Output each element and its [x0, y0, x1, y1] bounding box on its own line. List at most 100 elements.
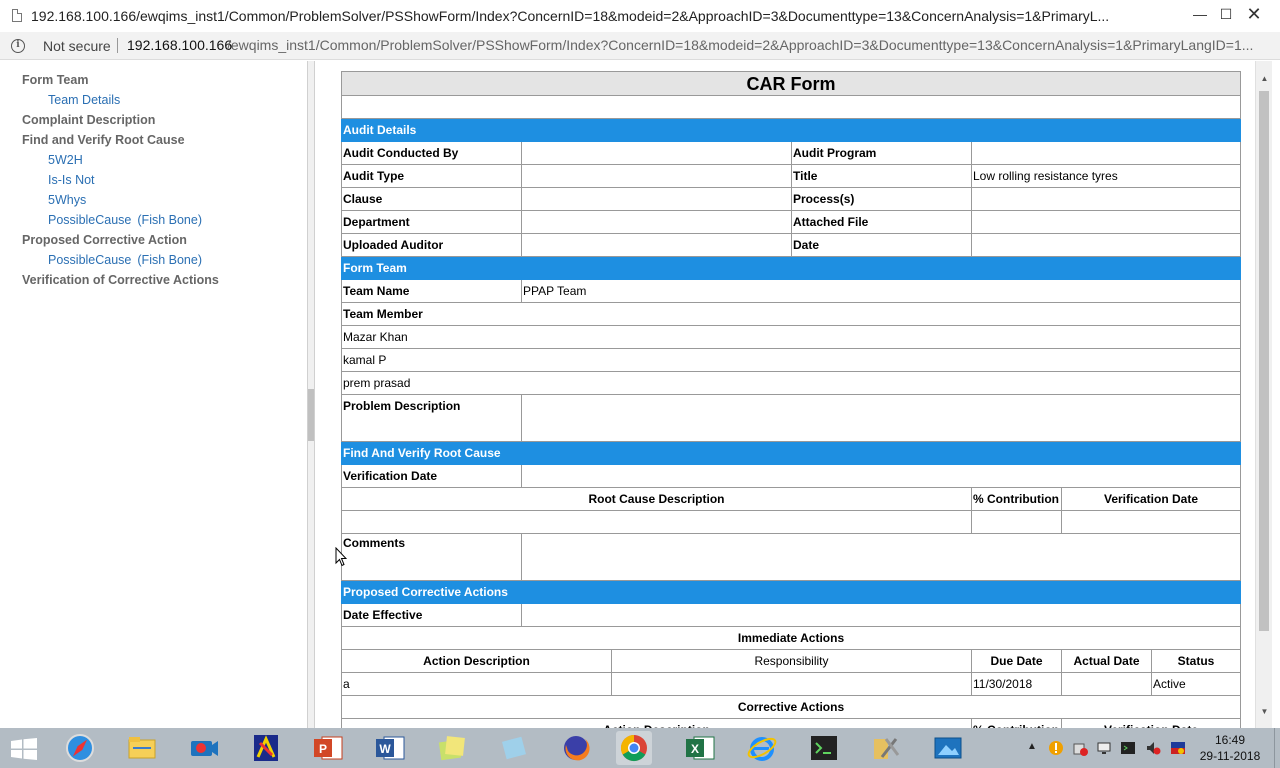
windows-start-icon[interactable]	[11, 738, 37, 760]
media-player-icon[interactable]	[248, 731, 284, 765]
url-host[interactable]: 192.168.100.166	[127, 37, 232, 53]
internet-explorer-icon[interactable]	[744, 731, 780, 765]
nav-verification-corrective-actions[interactable]: Verification of Corrective Actions	[22, 273, 219, 287]
terminal-app-icon[interactable]	[806, 731, 842, 765]
corrective-verification-date-header: Verification Date	[1061, 719, 1240, 728]
app-tray-icon[interactable]	[1120, 740, 1136, 756]
processes-value	[971, 188, 1240, 210]
word-icon[interactable]: W	[372, 731, 408, 765]
safari-icon[interactable]	[62, 731, 98, 765]
security-label[interactable]: Not secure	[43, 38, 111, 54]
department-value	[521, 211, 791, 233]
section-root-cause: Find And Verify Root Cause	[341, 442, 1241, 465]
table-row: Date Effective	[341, 604, 1241, 627]
nav-complaint-description[interactable]: Complaint Description	[22, 113, 155, 127]
nav-fish-bone-2[interactable]: (Fish Bone)	[137, 253, 202, 267]
table-row: Team Name PPAP Team	[341, 280, 1241, 303]
nav-proposed-corrective-action[interactable]: Proposed Corrective Action	[22, 233, 187, 247]
team-name-label: Team Name	[343, 284, 410, 298]
table-row: prem prasad	[341, 372, 1241, 395]
address-bar[interactable]: i Not secure 192.168.100.166 /ewqims_ins…	[0, 32, 1280, 60]
maximize-button[interactable]: ☐	[1216, 4, 1236, 24]
problem-description-value	[521, 395, 1240, 441]
table-row: Action Description Responsibility Due Da…	[341, 650, 1241, 673]
volume-muted-icon[interactable]	[1145, 740, 1161, 756]
snipping-tool-icon[interactable]	[496, 731, 532, 765]
actual-date-cell	[1061, 673, 1151, 695]
chrome-icon[interactable]	[616, 731, 652, 765]
corrective-contribution-header: % Contribution	[971, 719, 1061, 728]
section-proposed-corrective-actions: Proposed Corrective Actions	[341, 581, 1241, 604]
section-form-team: Form Team	[341, 257, 1241, 280]
warning-tray-icon[interactable]	[1048, 740, 1064, 756]
show-hidden-icons-icon[interactable]: ▲	[1027, 741, 1037, 752]
due-date-cell: 11/30/2018	[971, 673, 1061, 695]
verification-date-value	[521, 465, 1240, 487]
audit-program-label: Audit Program	[791, 142, 971, 164]
show-desktop-button[interactable]	[1274, 728, 1280, 768]
splitter-grip[interactable]	[308, 389, 314, 441]
page-icon	[12, 9, 22, 22]
svg-text:P: P	[319, 742, 327, 756]
nav-5whys[interactable]: 5Whys	[48, 193, 86, 207]
table-row: Audit Type Title Low rolling resistance …	[341, 165, 1241, 188]
vertical-scrollbar[interactable]: ▲ ▼	[1255, 61, 1272, 728]
close-button[interactable]: ✕	[1244, 4, 1264, 24]
clock-time: 16:49	[1214, 733, 1246, 747]
security-tray-icon[interactable]	[1072, 740, 1088, 756]
nav-is-is-not[interactable]: Is-Is Not	[48, 173, 95, 187]
taskbar-clock[interactable]: 16:49 29-11-2018	[1198, 732, 1262, 764]
sticky-notes-icon[interactable]	[434, 731, 470, 765]
table-row: Action Description % Contribution Verifi…	[341, 719, 1241, 728]
table-row: Clause Process(s)	[341, 188, 1241, 211]
department-label: Department	[343, 215, 410, 229]
url-path[interactable]: /ewqims_inst1/Common/ProblemSolver/PSSho…	[227, 37, 1267, 53]
table-row: Team Member	[341, 303, 1241, 326]
verification-date-cell	[1061, 511, 1240, 533]
powerpoint-icon[interactable]: P	[310, 731, 346, 765]
uploaded-auditor-value	[521, 234, 791, 256]
section-audit-details: Audit Details	[341, 119, 1241, 142]
nav-team-details[interactable]: Team Details	[48, 93, 120, 107]
scroll-thumb[interactable]	[1259, 91, 1269, 631]
comments-value	[521, 534, 1240, 580]
table-row: Immediate Actions	[341, 627, 1241, 650]
file-explorer-icon[interactable]	[124, 731, 160, 765]
firefox-icon[interactable]	[558, 731, 594, 765]
table-row: Department Attached File	[341, 211, 1241, 234]
camera-app-icon[interactable]	[186, 731, 222, 765]
title-value: Low rolling resistance tyres	[971, 165, 1240, 187]
pane-splitter[interactable]	[307, 61, 315, 728]
audit-program-value	[971, 142, 1240, 164]
nav-fish-bone-1[interactable]: (Fish Bone)	[137, 213, 202, 227]
network-tray-icon[interactable]	[1096, 740, 1112, 756]
form-pane: CAR Form Audit Details Audit Conducted B…	[315, 61, 1255, 728]
tools-icon[interactable]	[868, 731, 904, 765]
table-row: Audit Conducted By Audit Program	[341, 142, 1241, 165]
team-member: Mazar Khan	[343, 330, 408, 344]
minimize-button[interactable]: —	[1190, 4, 1210, 24]
scroll-up-arrow-icon[interactable]: ▲	[1256, 71, 1273, 87]
attached-file-value[interactable]	[971, 211, 1240, 233]
nav-5w2h[interactable]: 5W2H	[48, 153, 83, 167]
action-description-cell: a	[343, 677, 350, 691]
nav-possible-cause-1[interactable]: PossibleCause (Fish Bone)	[48, 213, 202, 227]
table-row: a 11/30/2018 Active	[341, 673, 1241, 696]
nav-possible-cause-2-label[interactable]: PossibleCause	[48, 253, 131, 267]
audit-conducted-by-label: Audit Conducted By	[343, 146, 459, 160]
excel-icon[interactable]: X	[682, 731, 718, 765]
root-cause-description-header: Root Cause Description	[588, 492, 725, 506]
nav-find-verify-root-cause[interactable]: Find and Verify Root Cause	[22, 133, 185, 147]
photos-icon[interactable]	[930, 731, 966, 765]
address-separator	[117, 38, 118, 53]
title-label: Title	[791, 165, 971, 187]
responsibility-cell	[611, 673, 971, 695]
nav-possible-cause-1-label[interactable]: PossibleCause	[48, 213, 131, 227]
team-member: prem prasad	[343, 376, 411, 390]
nav-form-team[interactable]: Form Team	[22, 73, 88, 87]
info-icon[interactable]: i	[11, 39, 25, 53]
language-flag-icon[interactable]	[1170, 740, 1186, 756]
scroll-down-arrow-icon[interactable]: ▼	[1256, 704, 1273, 720]
svg-text:W: W	[379, 742, 391, 756]
nav-possible-cause-2[interactable]: PossibleCause (Fish Bone)	[48, 253, 202, 267]
